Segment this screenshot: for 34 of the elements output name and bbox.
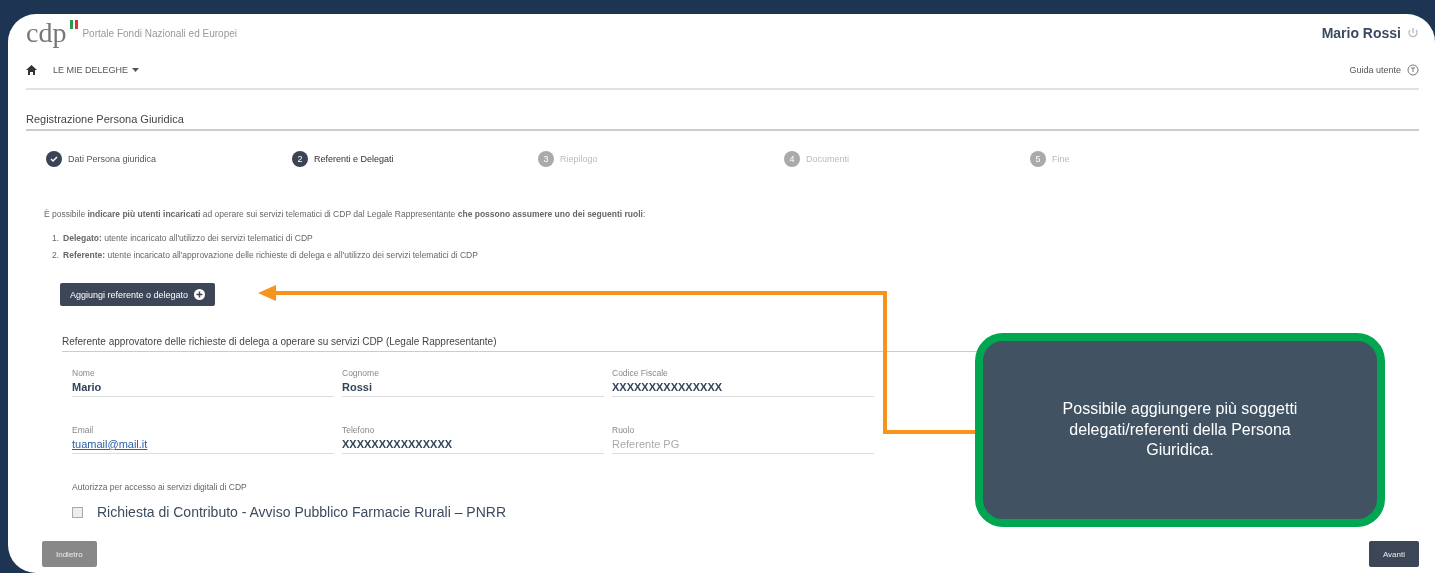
logo: cdp xyxy=(26,17,75,49)
list-number: 1. xyxy=(52,233,60,244)
list-number: 2. xyxy=(52,250,60,261)
step-indicator: 5 xyxy=(1030,151,1046,167)
menu-dropdown[interactable]: LE MIE DELEGHE xyxy=(53,65,140,75)
form-field[interactable]: Telefono XXXXXXXXXXXXXXX xyxy=(342,425,604,454)
form-field[interactable]: Ruolo Referente PG xyxy=(612,425,874,454)
next-button[interactable]: Avanti xyxy=(1368,541,1419,567)
form-field[interactable]: Email tuamail@mail.it xyxy=(72,425,334,454)
role-description: Delegato: utente incaricato all'utilizzo dei servizi telematici di CDP xyxy=(63,233,313,244)
power-icon[interactable] xyxy=(1407,27,1419,39)
role-description: Referente: utente incaricato all'approvazione delle richieste di delega e all'utilizzo dei servizi telematici di CDP xyxy=(63,250,478,261)
form-field[interactable]: Nome Mario xyxy=(72,368,334,397)
page-title: Registrazione Persona Giuridica xyxy=(26,113,1419,131)
user-name: Mario Rossi xyxy=(1321,25,1401,41)
form-field[interactable]: Cognome Rossi xyxy=(342,368,604,397)
form-field[interactable]: Codice Fiscale XXXXXXXXXXXXXXX xyxy=(612,368,874,397)
checkbox[interactable] xyxy=(72,506,83,518)
help-link[interactable]: Guida utente xyxy=(1349,65,1401,75)
step-label[interactable]: Referenti e Delegati xyxy=(314,154,394,164)
portal-name: Portale Fondi Nazionali ed Europei xyxy=(82,27,237,39)
authorize-label: Autorizza per accesso ai servizi digitali di CDP xyxy=(72,482,247,492)
step-label[interactable]: Dati Persona giuridica xyxy=(68,154,157,164)
step-indicator: 4 xyxy=(784,151,800,167)
help-icon[interactable] xyxy=(1407,64,1419,76)
intro-text: È possibile indicare più utenti incaricati ad operare sui servizi telematici di CDP dal Legale Rappresentante che possono assumere uno dei seguenti ruoli: xyxy=(44,209,647,219)
step-indicator: 3 xyxy=(538,151,554,167)
step-indicator: 2 xyxy=(292,151,308,167)
caret-icon xyxy=(132,68,140,72)
checkbox-label: Richiesta di Contributo - Avviso Pubblico Farmacie Rurali – PNRR xyxy=(97,504,506,520)
home-icon[interactable] xyxy=(26,65,37,75)
callout-box: Possibile aggiungere più soggetti delegati/referenti della Persona Giuridica. xyxy=(975,333,1385,527)
plus-icon xyxy=(194,289,206,300)
add-referent-button[interactable]: Aggiungi referente o delegato xyxy=(60,283,216,306)
